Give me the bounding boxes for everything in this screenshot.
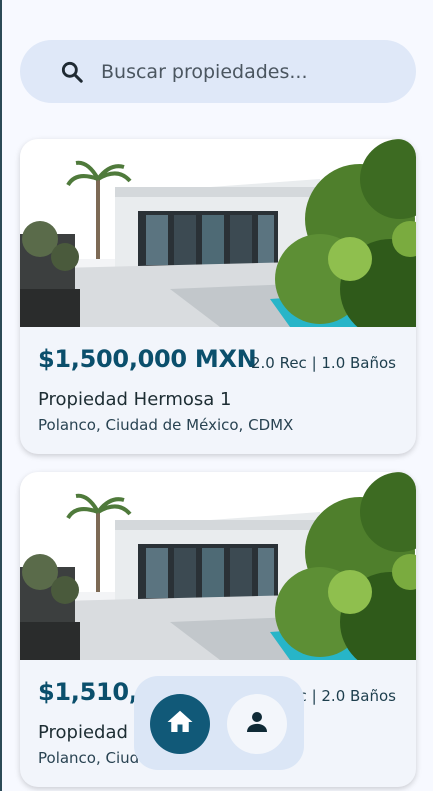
nav-profile-button[interactable] bbox=[227, 694, 287, 754]
search-input[interactable] bbox=[99, 59, 403, 84]
property-photo bbox=[20, 472, 416, 660]
nav-home-button[interactable] bbox=[150, 694, 210, 754]
property-title: Propiedad Hermosa 1 bbox=[38, 389, 232, 410]
left-edge-line bbox=[0, 0, 2, 791]
property-address: Polanco, Ciudad de México, CDMX bbox=[38, 416, 294, 434]
bottom-nav bbox=[134, 676, 304, 770]
property-specs: 2.0 Rec | 1.0 Baños bbox=[250, 354, 396, 372]
search-icon[interactable] bbox=[59, 59, 85, 85]
search-bar[interactable] bbox=[20, 40, 416, 103]
property-card[interactable]: $1,500,000 MXN 2.0 Rec | 1.0 Baños Propi… bbox=[20, 139, 416, 454]
property-price: $1,500,000 MXN bbox=[38, 345, 257, 373]
person-icon bbox=[242, 707, 272, 741]
property-info: $1,500,000 MXN 2.0 Rec | 1.0 Baños Propi… bbox=[20, 327, 416, 454]
property-photo bbox=[20, 139, 416, 327]
home-icon bbox=[165, 707, 195, 741]
